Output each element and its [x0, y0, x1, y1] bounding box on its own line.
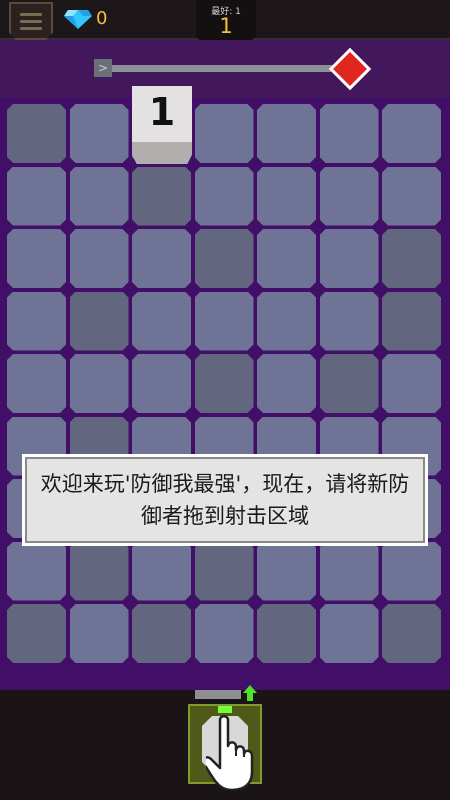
- defender-block[interactable]: 1: [132, 86, 192, 164]
- board-cell[interactable]: [382, 542, 441, 601]
- board-cell[interactable]: [195, 104, 254, 163]
- board-cell[interactable]: [195, 354, 254, 413]
- diamond-icon: [64, 10, 92, 29]
- gem-count: 0: [96, 8, 108, 29]
- progress-track: [112, 65, 334, 72]
- board-cell[interactable]: [70, 104, 129, 163]
- tutorial-text: 欢迎来玩'防御我最强'，现在，请将新防御者拖到射击区域: [40, 472, 410, 528]
- board-cell[interactable]: [7, 604, 66, 663]
- board-cell[interactable]: [320, 604, 379, 663]
- board-cell[interactable]: [70, 354, 129, 413]
- board-cell[interactable]: [320, 542, 379, 601]
- hamburger-menu-icon[interactable]: [9, 2, 53, 40]
- green-up-arrow-icon: [243, 685, 257, 701]
- board-cell[interactable]: [195, 542, 254, 601]
- board-cell[interactable]: [257, 229, 316, 288]
- board-cell[interactable]: [70, 292, 129, 351]
- board-cell[interactable]: [70, 542, 129, 601]
- board-cell[interactable]: [7, 292, 66, 351]
- game-board[interactable]: [0, 98, 450, 690]
- board-cell[interactable]: [70, 167, 129, 226]
- tutorial-dialog: 欢迎来玩'防御我最强'，现在，请将新防御者拖到射击区域: [22, 454, 428, 546]
- board-cell[interactable]: [257, 604, 316, 663]
- board-cell[interactable]: [382, 167, 441, 226]
- board-cell[interactable]: [320, 229, 379, 288]
- board-cell[interactable]: [257, 354, 316, 413]
- board-cell[interactable]: [382, 292, 441, 351]
- board-cell[interactable]: [382, 604, 441, 663]
- red-diamond-goal-icon: [328, 47, 372, 91]
- upgrade-bar: [195, 690, 241, 699]
- board-cell[interactable]: [320, 292, 379, 351]
- chevron-right-icon: >: [94, 59, 112, 77]
- board-cell[interactable]: [320, 104, 379, 163]
- board-cell[interactable]: [7, 354, 66, 413]
- level-progress: >: [0, 40, 450, 98]
- board-cell[interactable]: [320, 167, 379, 226]
- defender-base: [132, 142, 192, 164]
- board-cell[interactable]: [195, 604, 254, 663]
- board-cell[interactable]: [7, 167, 66, 226]
- board-cell[interactable]: [70, 229, 129, 288]
- top-bar: 0 最好: 1 1: [0, 0, 450, 44]
- board-cell[interactable]: [195, 167, 254, 226]
- slot-indicator: [218, 706, 232, 713]
- board-cell[interactable]: [257, 292, 316, 351]
- board-cell[interactable]: [132, 167, 191, 226]
- board-cell[interactable]: [70, 604, 129, 663]
- board-cell[interactable]: [257, 167, 316, 226]
- board-cell[interactable]: [132, 292, 191, 351]
- best-score-box: 最好: 1 1: [196, 0, 256, 44]
- board-cell[interactable]: [382, 354, 441, 413]
- best-score-value: 1: [219, 14, 233, 38]
- board-cell[interactable]: [257, 104, 316, 163]
- board-cell[interactable]: [195, 229, 254, 288]
- board-cell[interactable]: [382, 229, 441, 288]
- board-cell[interactable]: [195, 292, 254, 351]
- board-cell[interactable]: [132, 604, 191, 663]
- board-cell[interactable]: [7, 542, 66, 601]
- board-cell[interactable]: [7, 229, 66, 288]
- board-cell[interactable]: [132, 354, 191, 413]
- board-cell[interactable]: [257, 542, 316, 601]
- board-cell[interactable]: [320, 354, 379, 413]
- board-cell[interactable]: [7, 104, 66, 163]
- board-cell[interactable]: [132, 542, 191, 601]
- pointing-hand-icon: [206, 715, 254, 790]
- board-cell[interactable]: [382, 104, 441, 163]
- board-cell[interactable]: [132, 229, 191, 288]
- defender-value: 1: [148, 90, 176, 134]
